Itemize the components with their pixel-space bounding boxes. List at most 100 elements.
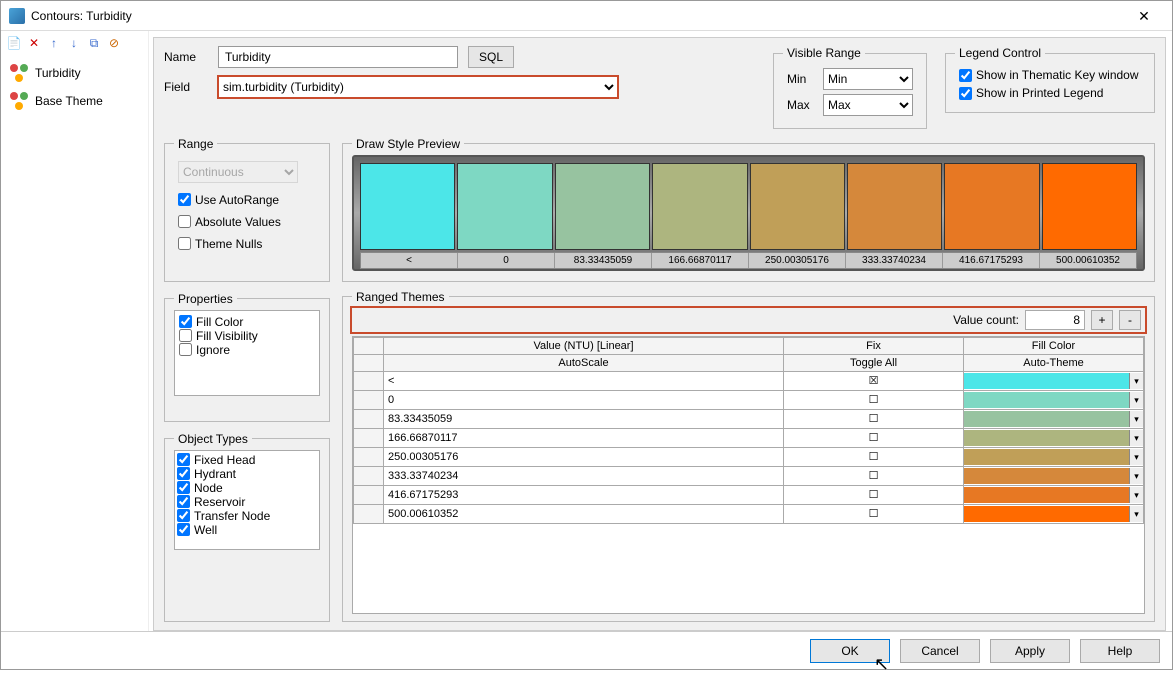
fill-color-dropdown[interactable]: ▾ — [1129, 392, 1143, 408]
up-icon[interactable]: ↑ — [45, 34, 63, 52]
toggle-all-button[interactable]: Toggle All — [784, 354, 964, 371]
fill-color-swatch[interactable] — [964, 468, 1129, 484]
disable-icon[interactable]: ⊘ — [105, 34, 123, 52]
close-button[interactable]: ✕ — [1124, 2, 1164, 30]
ranged-themes-group: Ranged Themes Value count: + - — [342, 290, 1155, 622]
fix-cell[interactable]: ☐ — [784, 447, 964, 466]
fill-color-swatch[interactable] — [964, 411, 1129, 427]
fill-color-dropdown[interactable]: ▾ — [1129, 430, 1143, 446]
fill-color-dropdown[interactable]: ▾ — [1129, 373, 1143, 389]
name-input[interactable] — [218, 46, 458, 68]
value-count-plus[interactable]: + — [1091, 310, 1113, 330]
table-row[interactable]: 416.67175293☐ ▾ — [354, 485, 1144, 504]
visible-min-dropdown[interactable]: Min — [823, 68, 913, 90]
fill-color-dropdown[interactable]: ▾ — [1129, 506, 1143, 522]
object-type-checkbox[interactable]: Fixed Head — [177, 453, 317, 467]
cancel-button[interactable]: Cancel — [900, 639, 980, 663]
fix-cell[interactable]: ☐ — [784, 485, 964, 504]
preview-swatch — [1042, 163, 1137, 250]
value-cell[interactable]: 416.67175293 — [384, 485, 784, 504]
apply-button[interactable]: Apply — [990, 639, 1070, 663]
fix-cell[interactable]: ☒ — [784, 371, 964, 390]
preview-swatch-label: 416.67175293 — [943, 253, 1040, 268]
value-cell[interactable]: 500.00610352 — [384, 504, 784, 523]
fill-color-checkbox[interactable]: Fill Color — [179, 315, 315, 329]
fill-color-dropdown[interactable]: ▾ — [1129, 449, 1143, 465]
object-type-checkbox[interactable]: Well — [177, 523, 317, 537]
object-type-checkbox[interactable]: Reservoir — [177, 495, 317, 509]
value-cell[interactable]: 166.66870117 — [384, 428, 784, 447]
ranged-themes-table: Value (NTU) [Linear] Fix Fill Color Auto… — [353, 337, 1144, 524]
value-cell[interactable]: 250.00305176 — [384, 447, 784, 466]
copy-icon[interactable]: ⧉ — [85, 34, 103, 52]
fill-color-dropdown[interactable]: ▾ — [1129, 487, 1143, 503]
table-row[interactable]: 250.00305176☐ ▾ — [354, 447, 1144, 466]
legend-control-group: Legend Control Show in Thematic Key wind… — [945, 46, 1155, 113]
sidebar-item-base-theme[interactable]: Base Theme — [1, 87, 148, 115]
window-title: Contours: Turbidity — [31, 9, 1124, 23]
field-label: Field — [164, 80, 208, 94]
visible-max-dropdown[interactable]: Max — [823, 94, 913, 116]
value-cell[interactable]: 83.33435059 — [384, 409, 784, 428]
fill-color-dropdown[interactable]: ▾ — [1129, 468, 1143, 484]
fix-cell[interactable]: ☐ — [784, 428, 964, 447]
table-row[interactable]: 333.33740234☐ ▾ — [354, 466, 1144, 485]
object-types-group: Object Types Fixed HeadHydrantNodeReserv… — [164, 432, 330, 622]
preview-swatch — [360, 163, 455, 250]
object-type-checkbox[interactable]: Transfer Node — [177, 509, 317, 523]
sidebar-item-turbidity[interactable]: Turbidity — [1, 59, 148, 87]
preview-swatch-label: < — [361, 253, 458, 268]
fix-cell[interactable]: ☐ — [784, 390, 964, 409]
auto-theme-button[interactable]: Auto-Theme — [964, 354, 1144, 371]
value-cell[interactable]: 0 — [384, 390, 784, 409]
show-thematic-checkbox[interactable]: Show in Thematic Key window — [959, 68, 1141, 82]
fill-color-swatch[interactable] — [964, 449, 1129, 465]
value-count-label: Value count: — [953, 313, 1019, 327]
preview-swatch-label: 83.33435059 — [555, 253, 652, 268]
object-type-checkbox[interactable]: Node — [177, 481, 317, 495]
theme-icon — [9, 91, 29, 111]
table-row[interactable]: 0☐ ▾ — [354, 390, 1144, 409]
fill-color-swatch[interactable] — [964, 430, 1129, 446]
sql-button[interactable]: SQL — [468, 46, 514, 68]
fix-cell[interactable]: ☐ — [784, 409, 964, 428]
preview-swatch — [555, 163, 650, 250]
value-cell[interactable]: 333.33740234 — [384, 466, 784, 485]
name-label: Name — [164, 50, 208, 64]
fill-color-dropdown[interactable]: ▾ — [1129, 411, 1143, 427]
value-count-input[interactable] — [1025, 310, 1085, 330]
field-dropdown[interactable]: sim.turbidity (Turbidity) — [218, 76, 618, 98]
preview-swatch — [750, 163, 845, 250]
show-printed-checkbox[interactable]: Show in Printed Legend — [959, 86, 1141, 100]
ok-button[interactable]: OK — [810, 639, 890, 663]
table-row[interactable]: 500.00610352☐ ▾ — [354, 504, 1144, 523]
object-type-checkbox[interactable]: Hydrant — [177, 467, 317, 481]
autoscale-button[interactable]: AutoScale — [384, 354, 784, 371]
absolute-checkbox[interactable]: Absolute Values — [178, 215, 316, 229]
table-row[interactable]: 166.66870117☐ ▾ — [354, 428, 1144, 447]
visible-range-group: Visible Range Min Min Max Max — [773, 46, 927, 129]
table-row[interactable]: 83.33435059☐ ▾ — [354, 409, 1144, 428]
fix-cell[interactable]: ☐ — [784, 504, 964, 523]
ignore-checkbox[interactable]: Ignore — [179, 343, 315, 357]
fill-color-swatch[interactable] — [964, 373, 1129, 389]
delete-icon[interactable]: ✕ — [25, 34, 43, 52]
help-button[interactable]: Help — [1080, 639, 1160, 663]
fill-color-swatch[interactable] — [964, 487, 1129, 503]
table-row[interactable]: <☒ ▾ — [354, 371, 1144, 390]
preview-swatch-label: 0 — [458, 253, 555, 268]
value-count-minus[interactable]: - — [1119, 310, 1141, 330]
app-icon — [9, 8, 25, 24]
preview-swatch-label: 333.33740234 — [846, 253, 943, 268]
theme-nulls-checkbox[interactable]: Theme Nulls — [178, 237, 316, 251]
preview-swatch — [457, 163, 552, 250]
autorange-checkbox[interactable]: Use AutoRange — [178, 193, 316, 207]
fix-cell[interactable]: ☐ — [784, 466, 964, 485]
down-icon[interactable]: ↓ — [65, 34, 83, 52]
fill-visibility-checkbox[interactable]: Fill Visibility — [179, 329, 315, 343]
fill-color-swatch[interactable] — [964, 506, 1129, 522]
new-icon[interactable]: 📄 — [5, 34, 23, 52]
fill-color-swatch[interactable] — [964, 392, 1129, 408]
value-cell[interactable]: < — [384, 371, 784, 390]
preview-swatch-label: 250.00305176 — [749, 253, 846, 268]
